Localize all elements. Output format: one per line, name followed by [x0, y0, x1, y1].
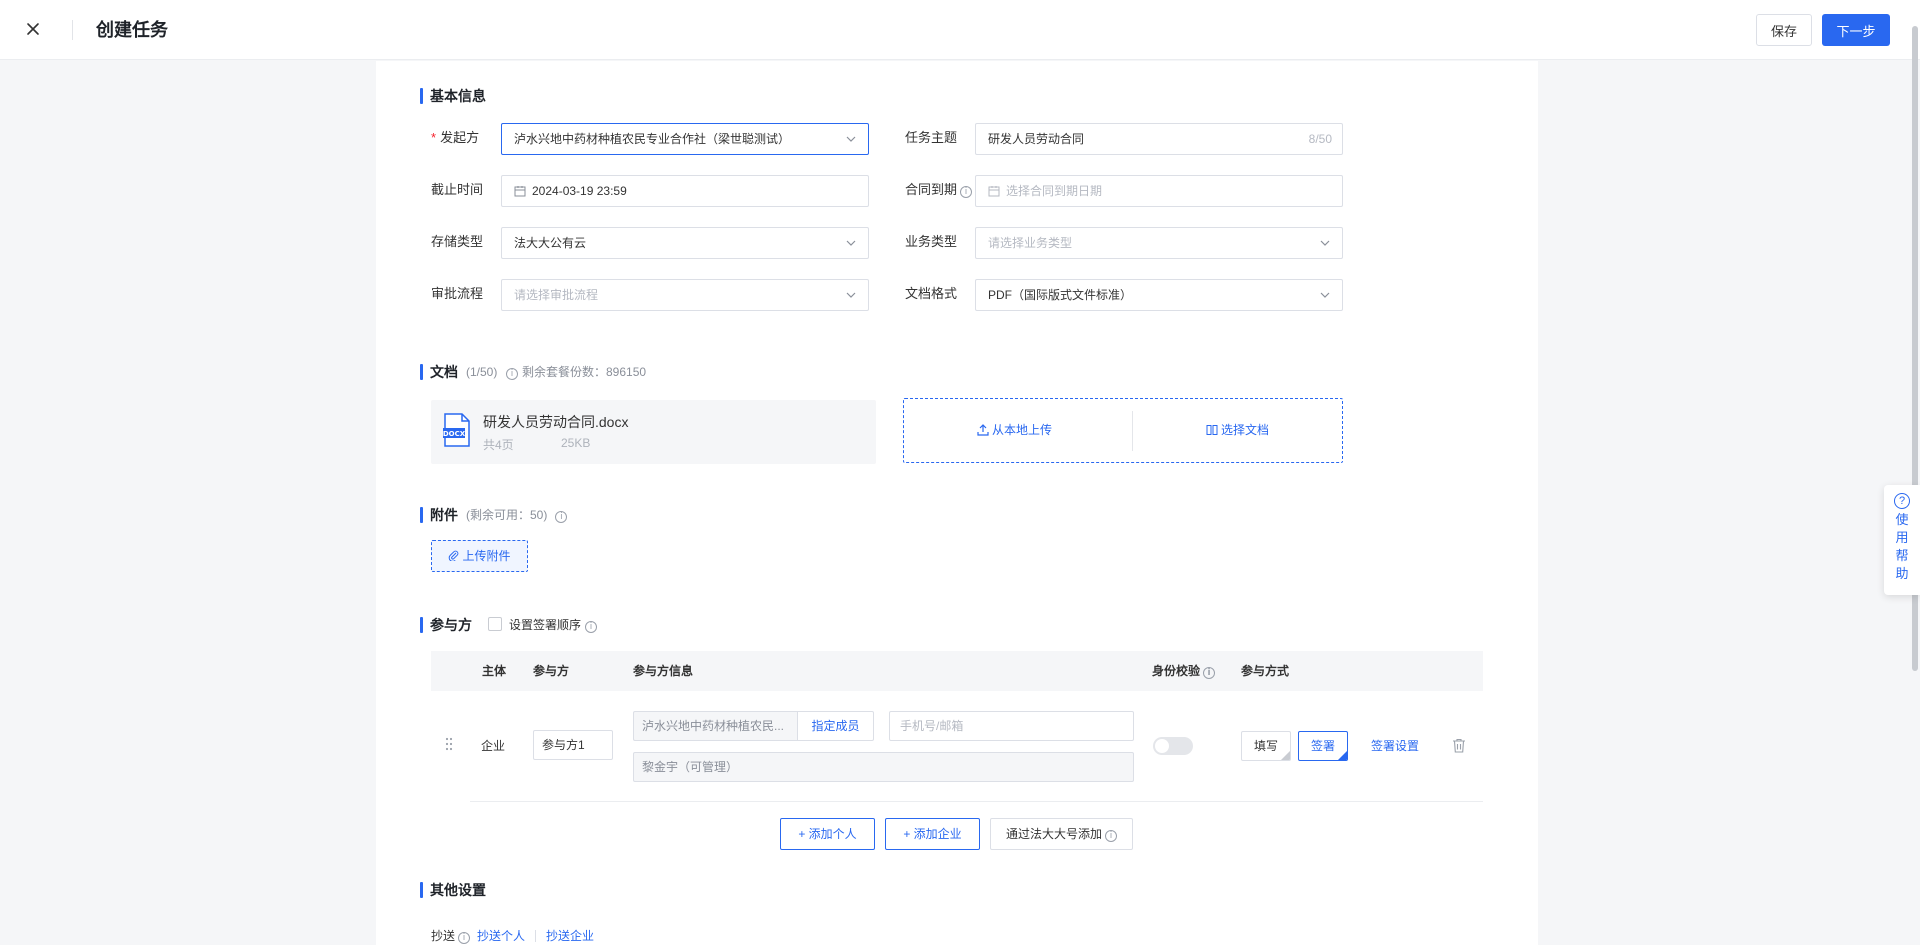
row-divider [470, 801, 1483, 802]
info-icon: i [1105, 830, 1117, 842]
upload-local-button[interactable]: 从本地上传 [977, 421, 1052, 439]
document-item[interactable]: DOCX 研发人员劳动合同.docx 共4页 25KB [431, 400, 876, 464]
save-button[interactable]: 保存 [1756, 14, 1812, 46]
attachments-title: 附件 [420, 506, 458, 524]
cc-company-link[interactable]: 抄送企业 [546, 927, 594, 945]
col-mode: 参与方式 [1241, 664, 1290, 678]
next-step-button[interactable]: 下一步 [1822, 14, 1890, 46]
col-party: 参与方 [533, 664, 570, 678]
deadline-label: 截止时间 [431, 182, 484, 197]
doc-format-select[interactable]: PDF（国际版式文件标准） [975, 279, 1343, 311]
info-icon: i [555, 511, 568, 523]
member-field: 黎金宇（可管理） [633, 752, 1134, 782]
col-party-info: 参与方信息 [633, 664, 694, 678]
party-name-input[interactable]: 参与方1 [533, 730, 613, 760]
chevron-down-icon [846, 292, 856, 298]
task-form-card: 基本信息 * 发起方 泸水兴地中药材种植农民专业合作社（梁世聪测试） 任务主题 研… [376, 61, 1538, 945]
chevron-down-icon [1320, 240, 1330, 246]
header-divider [72, 20, 73, 40]
chevron-down-icon [846, 136, 856, 142]
help-panel[interactable]: ? 使用帮助 [1884, 485, 1920, 595]
trash-icon[interactable] [1452, 738, 1466, 753]
cc-label: 抄送 i [431, 927, 471, 945]
storage-label: 存储类型 [431, 234, 484, 249]
org-select[interactable]: 泸水兴地中药材种植农民... [633, 711, 797, 741]
initiator-label: * 发起方 [431, 130, 480, 145]
documents-title: 文档 [420, 363, 458, 381]
upload-icon [977, 424, 989, 436]
subject-char-count: 8/50 [1308, 132, 1332, 146]
info-icon: i [506, 368, 518, 380]
cc-separator [535, 930, 536, 942]
add-by-number-button[interactable]: 通过法大大号添加 i [990, 818, 1133, 850]
close-icon[interactable] [22, 18, 44, 40]
svg-text:DOCX: DOCX [443, 430, 466, 438]
phone-email-input[interactable]: 手机号/邮箱 [889, 711, 1134, 741]
info-icon: i [458, 932, 471, 944]
choose-document-button[interactable]: 选择文档 [1206, 421, 1269, 439]
chevron-down-icon [1320, 292, 1330, 298]
info-icon: i [1203, 667, 1216, 679]
sign-settings-link[interactable]: 签署设置 [1371, 737, 1419, 755]
identity-check-toggle[interactable] [1153, 737, 1193, 755]
approval-select[interactable]: 请选择审批流程 [501, 279, 869, 311]
add-person-button[interactable]: + 添加个人 [780, 818, 875, 850]
info-icon: i [960, 186, 973, 198]
sign-order-label: 设置签署顺序 i [509, 616, 598, 634]
storage-select[interactable]: 法大大公有云 [501, 227, 869, 259]
contract-expiry-label: 合同到期 i [905, 175, 973, 205]
subject-label: 任务主题 [905, 130, 958, 145]
document-size: 25KB [561, 436, 591, 450]
calendar-icon [988, 186, 1000, 197]
assign-member-button[interactable]: 指定成员 [797, 711, 874, 741]
documents-remaining: i 剩余套餐份数：896150 [506, 363, 646, 381]
mode-sign-button[interactable]: 签署 [1298, 731, 1348, 761]
subject-input[interactable]: 研发人员劳动合同 8/50 [975, 123, 1343, 155]
info-icon: i [585, 621, 598, 633]
participants-title: 参与方 [420, 616, 472, 634]
sign-order-checkbox[interactable] [488, 617, 502, 631]
corner-mark [1338, 751, 1347, 760]
upload-attachment-button[interactable]: 上传附件 [431, 540, 528, 572]
deadline-picker[interactable]: 2024-03-19 23:59 [501, 175, 869, 207]
document-name: 研发人员劳动合同.docx [483, 414, 629, 430]
doc-format-label: 文档格式 [905, 286, 958, 301]
question-icon: ? [1894, 493, 1910, 509]
participants-table-header: 主体 参与方 参与方信息 身份校验 i 参与方式 [431, 651, 1483, 691]
upload-divider [1132, 411, 1133, 451]
approval-label: 审批流程 [431, 286, 484, 301]
other-settings-title: 其他设置 [420, 881, 486, 899]
page-title: 创建任务 [96, 20, 168, 40]
paperclip-icon [449, 550, 459, 562]
business-type-select[interactable]: 请选择业务类型 [975, 227, 1343, 259]
required-mark: * [431, 130, 437, 145]
contract-expiry-picker[interactable]: 选择合同到期日期 [975, 175, 1343, 207]
document-upload-box: 从本地上传 选择文档 [903, 398, 1343, 463]
document-library-icon [1206, 425, 1218, 435]
add-company-button[interactable]: + 添加企业 [885, 818, 980, 850]
col-identity-check: 身份校验 i [1152, 651, 1216, 691]
col-subject: 主体 [482, 664, 507, 678]
docx-file-icon: DOCX [443, 413, 470, 447]
initiator-select[interactable]: 泸水兴地中药材种植农民专业合作社（梁世聪测试） [501, 123, 869, 155]
mode-fill-button[interactable]: 填写 [1241, 731, 1291, 761]
documents-count: (1/50) [466, 365, 498, 379]
row-subject: 企业 [481, 739, 506, 753]
document-pages: 共4页 [483, 438, 514, 452]
cc-person-link[interactable]: 抄送个人 [477, 927, 525, 945]
top-header: 创建任务 保存 下一步 [0, 0, 1920, 60]
business-type-label: 业务类型 [905, 234, 958, 249]
basic-info-title: 基本信息 [420, 87, 486, 105]
calendar-icon [514, 186, 526, 197]
corner-mark [1281, 751, 1290, 760]
help-label: 使用帮助 [1895, 512, 1909, 581]
drag-handle-icon[interactable] [445, 737, 453, 751]
chevron-down-icon [846, 240, 856, 246]
attachments-remaining: (剩余可用：50) i [466, 506, 568, 524]
